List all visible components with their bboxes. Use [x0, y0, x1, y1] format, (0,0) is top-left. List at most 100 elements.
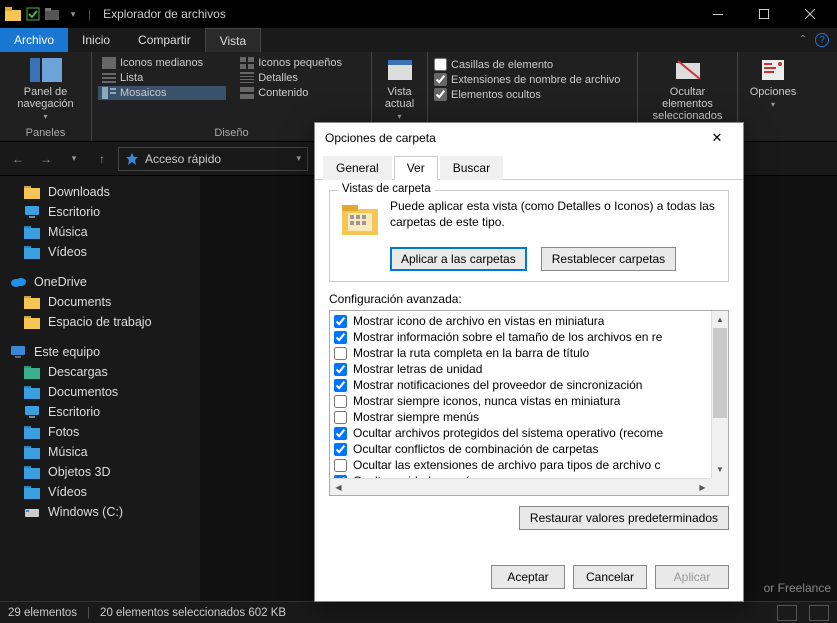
- sidebar-item-label: Objetos 3D: [48, 465, 111, 479]
- folder-icon: [24, 405, 40, 419]
- sidebar-item-fotos[interactable]: Fotos: [0, 422, 200, 442]
- close-button[interactable]: [787, 0, 833, 28]
- view-medium-icons[interactable]: Iconos medianos: [98, 56, 226, 70]
- sidebar-item-videos2[interactable]: Vídeos: [0, 482, 200, 502]
- dialog-close-button[interactable]: ✕: [701, 123, 733, 153]
- adv-option-4[interactable]: Mostrar notificaciones del proveedor de …: [334, 377, 724, 393]
- back-button[interactable]: ←: [6, 147, 30, 171]
- minimize-button[interactable]: [695, 0, 741, 28]
- adv-option-9[interactable]: Ocultar las extensiones de archivo para …: [334, 457, 724, 473]
- sidebar-onedrive[interactable]: OneDrive: [0, 272, 200, 292]
- advanced-settings-list[interactable]: Mostrar icono de archivo en vistas en mi…: [329, 310, 729, 496]
- sidebar-item-escritorio2[interactable]: Escritorio: [0, 402, 200, 422]
- qat-dropdown-icon[interactable]: ▾: [64, 5, 82, 23]
- sort-icon: [384, 56, 416, 84]
- navigation-pane[interactable]: DownloadsEscritorioMúsicaVídeosOneDriveD…: [0, 176, 200, 601]
- folder-icon: [24, 505, 40, 519]
- up-button[interactable]: ↑: [90, 147, 114, 171]
- folder-icon: [24, 485, 40, 499]
- vscrollbar[interactable]: ▲ ▼: [711, 311, 728, 478]
- scroll-down-button[interactable]: ▼: [712, 461, 728, 478]
- dialog-tab-search[interactable]: Buscar: [440, 156, 503, 180]
- scroll-up-button[interactable]: ▲: [712, 311, 728, 328]
- tab-view[interactable]: Vista: [205, 28, 261, 52]
- folder-views-group: Vistas de carpeta Puede aplicar esta vis…: [329, 190, 729, 282]
- sidebar-item-label: Escritorio: [48, 205, 100, 219]
- adv-option-2[interactable]: Mostrar la ruta completa en la barra de …: [334, 345, 724, 361]
- dialog-tab-view[interactable]: Ver: [394, 156, 438, 180]
- sidebar-item-windowsc[interactable]: Windows (C:): [0, 502, 200, 522]
- view-tiles[interactable]: Mosaicos: [98, 86, 226, 100]
- adv-option-1[interactable]: Mostrar información sobre el tamaño de l…: [334, 329, 724, 345]
- folder-icon: [24, 425, 40, 439]
- adv-option-8[interactable]: Ocultar conflictos de combinación de car…: [334, 441, 724, 457]
- view-content[interactable]: Contenido: [236, 86, 365, 100]
- folder-type-icon: [340, 199, 380, 239]
- sidebar-item-label: Descargas: [48, 365, 108, 379]
- view-list[interactable]: Lista: [98, 71, 226, 85]
- apply-button[interactable]: Aplicar: [655, 565, 729, 589]
- sidebar-item-escritorio[interactable]: Escritorio: [0, 202, 200, 222]
- adv-option-3[interactable]: Mostrar letras de unidad: [334, 361, 724, 377]
- separator: |: [88, 7, 91, 21]
- ribbon-collapse-icon[interactable]: ˆ: [801, 33, 805, 47]
- view-small-icons[interactable]: Iconos pequeños: [236, 56, 365, 70]
- sidebar-item-downloads[interactable]: Downloads: [0, 182, 200, 202]
- qat-new-folder-icon[interactable]: [44, 5, 62, 23]
- dialog-tab-general[interactable]: General: [323, 156, 392, 180]
- scroll-left-button[interactable]: ◀: [330, 479, 347, 495]
- adv-option-7[interactable]: Ocultar archivos protegidos del sistema …: [334, 425, 724, 441]
- forward-button[interactable]: →: [34, 147, 58, 171]
- thumb-view-toggle[interactable]: [809, 605, 829, 621]
- window-title: Explorador de archivos: [103, 7, 226, 21]
- tab-share[interactable]: Compartir: [124, 28, 205, 52]
- layout-gallery[interactable]: Iconos medianos Iconos pequeños Lista De…: [98, 56, 365, 100]
- help-icon[interactable]: ?: [815, 33, 829, 47]
- adv-option-0[interactable]: Mostrar icono de archivo en vistas en mi…: [334, 313, 724, 329]
- sidebar-item-objetos3d[interactable]: Objetos 3D: [0, 462, 200, 482]
- scroll-right-button[interactable]: ▶: [694, 479, 711, 495]
- ck-item-checkboxes[interactable]: Casillas de elemento: [434, 58, 620, 71]
- recent-dropdown[interactable]: ▾: [62, 147, 86, 171]
- file-tab[interactable]: Archivo: [0, 28, 68, 52]
- cancel-button[interactable]: Cancelar: [573, 565, 647, 589]
- sidebar-thispc[interactable]: Este equipo: [0, 342, 200, 362]
- adv-option-6[interactable]: Mostrar siempre menús: [334, 409, 724, 425]
- ck-extensions[interactable]: Extensiones de nombre de archivo: [434, 73, 620, 86]
- sidebar-item-descargas[interactable]: Descargas: [0, 362, 200, 382]
- maximize-button[interactable]: [741, 0, 787, 28]
- folder-views-label: Vistas de carpeta: [338, 183, 435, 195]
- address-dropdown-icon[interactable]: ▾: [296, 153, 301, 164]
- hscrollbar[interactable]: ◀ ▶: [330, 478, 711, 495]
- folder-icon: [24, 445, 40, 459]
- group-panels-label: Paneles: [26, 127, 66, 139]
- apply-to-folders-button[interactable]: Aplicar a las carpetas: [390, 247, 527, 271]
- ck-hidden-items[interactable]: Elementos ocultos: [434, 88, 620, 101]
- options-button[interactable]: Opciones ▾: [750, 56, 796, 109]
- status-selected: 20 elementos seleccionados 602 KB: [100, 607, 286, 619]
- adv-option-label: Mostrar información sobre el tamaño de l…: [353, 330, 662, 344]
- sidebar-item-videos[interactable]: Vídeos: [0, 242, 200, 262]
- options-icon: [757, 56, 789, 84]
- reset-folders-button[interactable]: Restablecer carpetas: [541, 247, 676, 271]
- view-details[interactable]: Detalles: [236, 71, 365, 85]
- sidebar-item-espacio[interactable]: Espacio de trabajo: [0, 312, 200, 332]
- sidebar-item-musica[interactable]: Música: [0, 222, 200, 242]
- details-view-toggle[interactable]: [777, 605, 797, 621]
- restore-defaults-button[interactable]: Restaurar valores predeterminados: [519, 506, 729, 530]
- content-cutoff-text: or Freelance: [764, 581, 831, 595]
- hide-selected-button[interactable]: Ocultar elementos seleccionados: [644, 56, 731, 122]
- tab-home[interactable]: Inicio: [68, 28, 124, 52]
- sidebar-item-documentos[interactable]: Documentos: [0, 382, 200, 402]
- scroll-thumb[interactable]: [713, 328, 727, 418]
- current-view-button[interactable]: Vista actual ▾: [378, 56, 421, 121]
- address-bar[interactable]: Acceso rápido ▾: [118, 147, 308, 171]
- adv-option-label: Mostrar la ruta completa en la barra de …: [353, 346, 589, 360]
- folder-icon: [24, 385, 40, 399]
- qat-properties-icon[interactable]: [24, 5, 42, 23]
- ok-button[interactable]: Aceptar: [491, 565, 565, 589]
- sidebar-item-musica2[interactable]: Música: [0, 442, 200, 462]
- adv-option-5[interactable]: Mostrar siempre iconos, nunca vistas en …: [334, 393, 724, 409]
- sidebar-item-documents[interactable]: Documents: [0, 292, 200, 312]
- navigation-pane-button[interactable]: Panel de navegación ▾: [6, 56, 85, 121]
